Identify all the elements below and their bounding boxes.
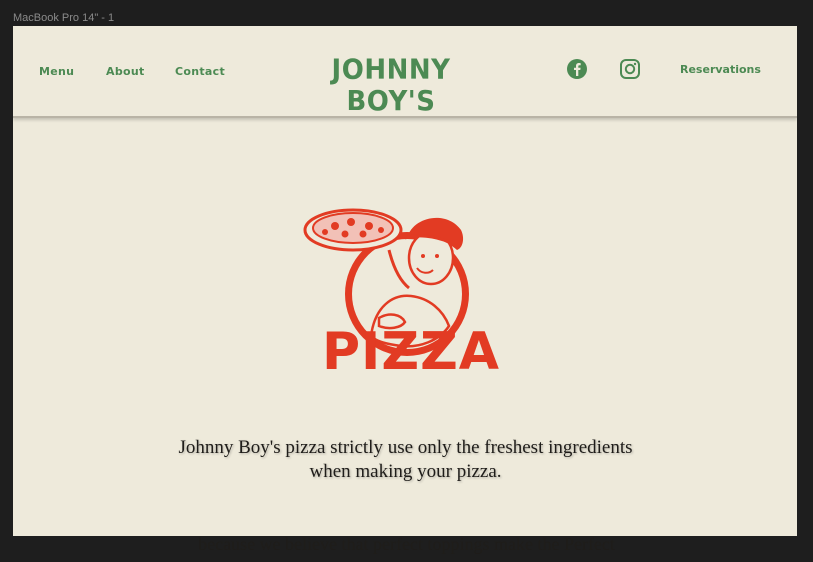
frame-label: MacBook Pro 14" - 1 — [13, 12, 115, 24]
brand-title[interactable]: JOHNNY BOY'S — [285, 55, 497, 118]
reservations-link[interactable]: Reservations — [680, 63, 761, 76]
instagram-icon[interactable] — [619, 58, 641, 80]
nav-link-contact[interactable]: Contact — [175, 65, 225, 78]
artboard: Menu About Contact JOHNNY BOY'S Reservat… — [13, 26, 797, 536]
facebook-icon[interactable] — [566, 58, 588, 80]
tagline-line-1: Johnny Boy's pizza strictly use only the… — [178, 437, 633, 458]
logo-pizza-word: PIZZA — [321, 322, 501, 382]
nav-link-about[interactable]: About — [106, 65, 145, 78]
navbar: Menu About Contact JOHNNY BOY'S Reservat… — [13, 26, 797, 118]
tagline: Johnny Boy's pizza strictly use only the… — [133, 436, 678, 484]
overflow-text: because we believe that perfect toppings… — [198, 534, 615, 554]
nav-link-menu[interactable]: Menu — [39, 65, 74, 78]
tagline-line-2: when making your pizza. — [309, 461, 502, 482]
